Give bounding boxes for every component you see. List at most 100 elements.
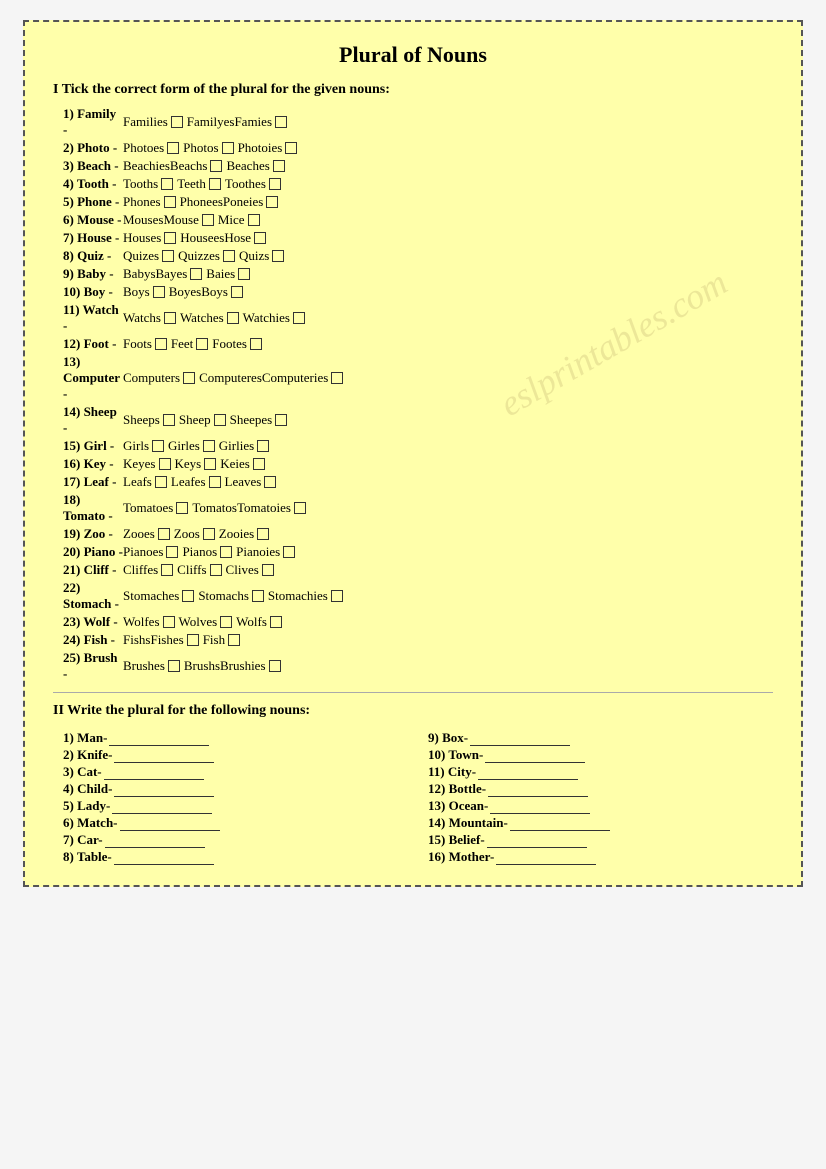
checkbox[interactable] <box>202 214 214 226</box>
checkbox[interactable] <box>252 590 264 602</box>
write-underline[interactable] <box>114 780 214 797</box>
checkbox[interactable] <box>220 546 232 558</box>
row-label: 23) Wolf - <box>63 614 123 630</box>
write-underline[interactable] <box>490 797 590 814</box>
checkbox[interactable] <box>262 564 274 576</box>
checkbox[interactable] <box>161 178 173 190</box>
checkbox[interactable] <box>220 616 232 628</box>
checkbox[interactable] <box>270 616 282 628</box>
option-item: Houses <box>123 230 176 246</box>
checkbox[interactable] <box>269 178 281 190</box>
checkbox[interactable] <box>162 250 174 262</box>
checkbox[interactable] <box>163 414 175 426</box>
checkbox[interactable] <box>331 372 343 384</box>
checkbox[interactable] <box>209 476 221 488</box>
option-item: Sheeps <box>123 412 175 428</box>
checkbox[interactable] <box>293 312 305 324</box>
checkbox[interactable] <box>155 476 167 488</box>
checkbox[interactable] <box>182 590 194 602</box>
write-underline[interactable] <box>470 729 570 746</box>
checkbox[interactable] <box>164 312 176 324</box>
write-underline[interactable] <box>485 746 585 763</box>
checkbox[interactable] <box>257 440 269 452</box>
checkbox[interactable] <box>210 564 222 576</box>
checkbox[interactable] <box>167 142 179 154</box>
checkbox[interactable] <box>153 286 165 298</box>
checkbox[interactable] <box>176 502 188 514</box>
checkbox[interactable] <box>222 142 234 154</box>
checkbox[interactable] <box>266 196 278 208</box>
write-row: 7) Car- <box>63 831 408 848</box>
write-grid: 1) Man- 2) Knife- 3) Cat- 4) Child- 5) L… <box>53 729 773 865</box>
write-row: 4) Child- <box>63 780 408 797</box>
checkbox[interactable] <box>214 414 226 426</box>
option-item: FishsFishes <box>123 632 199 648</box>
checkbox[interactable] <box>210 160 222 172</box>
write-underline[interactable] <box>478 763 578 780</box>
checkbox[interactable] <box>203 440 215 452</box>
write-underline[interactable] <box>112 797 212 814</box>
write-underline[interactable] <box>114 746 214 763</box>
checkbox[interactable] <box>331 590 343 602</box>
checkbox[interactable] <box>159 458 171 470</box>
checkbox[interactable] <box>209 178 221 190</box>
checkbox[interactable] <box>227 312 239 324</box>
checkbox[interactable] <box>248 214 260 226</box>
checkbox[interactable] <box>250 338 262 350</box>
checkbox[interactable] <box>204 458 216 470</box>
checkbox[interactable] <box>283 546 295 558</box>
option-item: Leafes <box>171 474 221 490</box>
checkbox[interactable] <box>275 414 287 426</box>
quiz-row: 14) Sheep -Sheeps Sheep Sheepes <box>63 404 773 436</box>
option-item: Quizzes <box>178 248 235 264</box>
write-underline[interactable] <box>109 729 209 746</box>
quiz-row: 2) Photo -Photoes Photos Photoies <box>63 140 773 156</box>
checkbox[interactable] <box>164 232 176 244</box>
write-underline[interactable] <box>104 763 204 780</box>
checkbox[interactable] <box>269 660 281 672</box>
checkbox[interactable] <box>166 546 178 558</box>
write-underline[interactable] <box>496 848 596 865</box>
write-label: 3) Cat- <box>63 764 102 780</box>
write-underline[interactable] <box>105 831 205 848</box>
write-underline[interactable] <box>487 831 587 848</box>
checkbox[interactable] <box>228 634 240 646</box>
option-item: Watches <box>180 310 239 326</box>
write-underline[interactable] <box>510 814 610 831</box>
checkbox[interactable] <box>190 268 202 280</box>
checkbox[interactable] <box>254 232 266 244</box>
checkbox[interactable] <box>238 268 250 280</box>
checkbox[interactable] <box>253 458 265 470</box>
checkbox[interactable] <box>196 338 208 350</box>
checkbox[interactable] <box>161 564 173 576</box>
checkbox[interactable] <box>187 634 199 646</box>
write-underline[interactable] <box>120 814 220 831</box>
checkbox[interactable] <box>158 528 170 540</box>
option-item: Leaves <box>225 474 277 490</box>
checkbox[interactable] <box>272 250 284 262</box>
option-item: Keies <box>220 456 265 472</box>
row-label: 24) Fish - <box>63 632 123 648</box>
checkbox[interactable] <box>152 440 164 452</box>
checkbox[interactable] <box>273 160 285 172</box>
checkbox[interactable] <box>168 660 180 672</box>
checkbox[interactable] <box>163 616 175 628</box>
checkbox[interactable] <box>264 476 276 488</box>
checkbox[interactable] <box>285 142 297 154</box>
quiz-row: 5) Phone -Phones PhoneesPoneies <box>63 194 773 210</box>
checkbox[interactable] <box>155 338 167 350</box>
checkbox[interactable] <box>203 528 215 540</box>
write-label: 2) Knife- <box>63 747 112 763</box>
write-underline[interactable] <box>488 780 588 797</box>
write-underline[interactable] <box>114 848 214 865</box>
write-row: 13) Ocean- <box>428 797 773 814</box>
checkbox[interactable] <box>171 116 183 128</box>
checkbox[interactable] <box>183 372 195 384</box>
checkbox[interactable] <box>164 196 176 208</box>
checkbox[interactable] <box>275 116 287 128</box>
checkbox[interactable] <box>231 286 243 298</box>
checkbox[interactable] <box>257 528 269 540</box>
option-item: Stomaches <box>123 588 194 604</box>
checkbox[interactable] <box>294 502 306 514</box>
checkbox[interactable] <box>223 250 235 262</box>
